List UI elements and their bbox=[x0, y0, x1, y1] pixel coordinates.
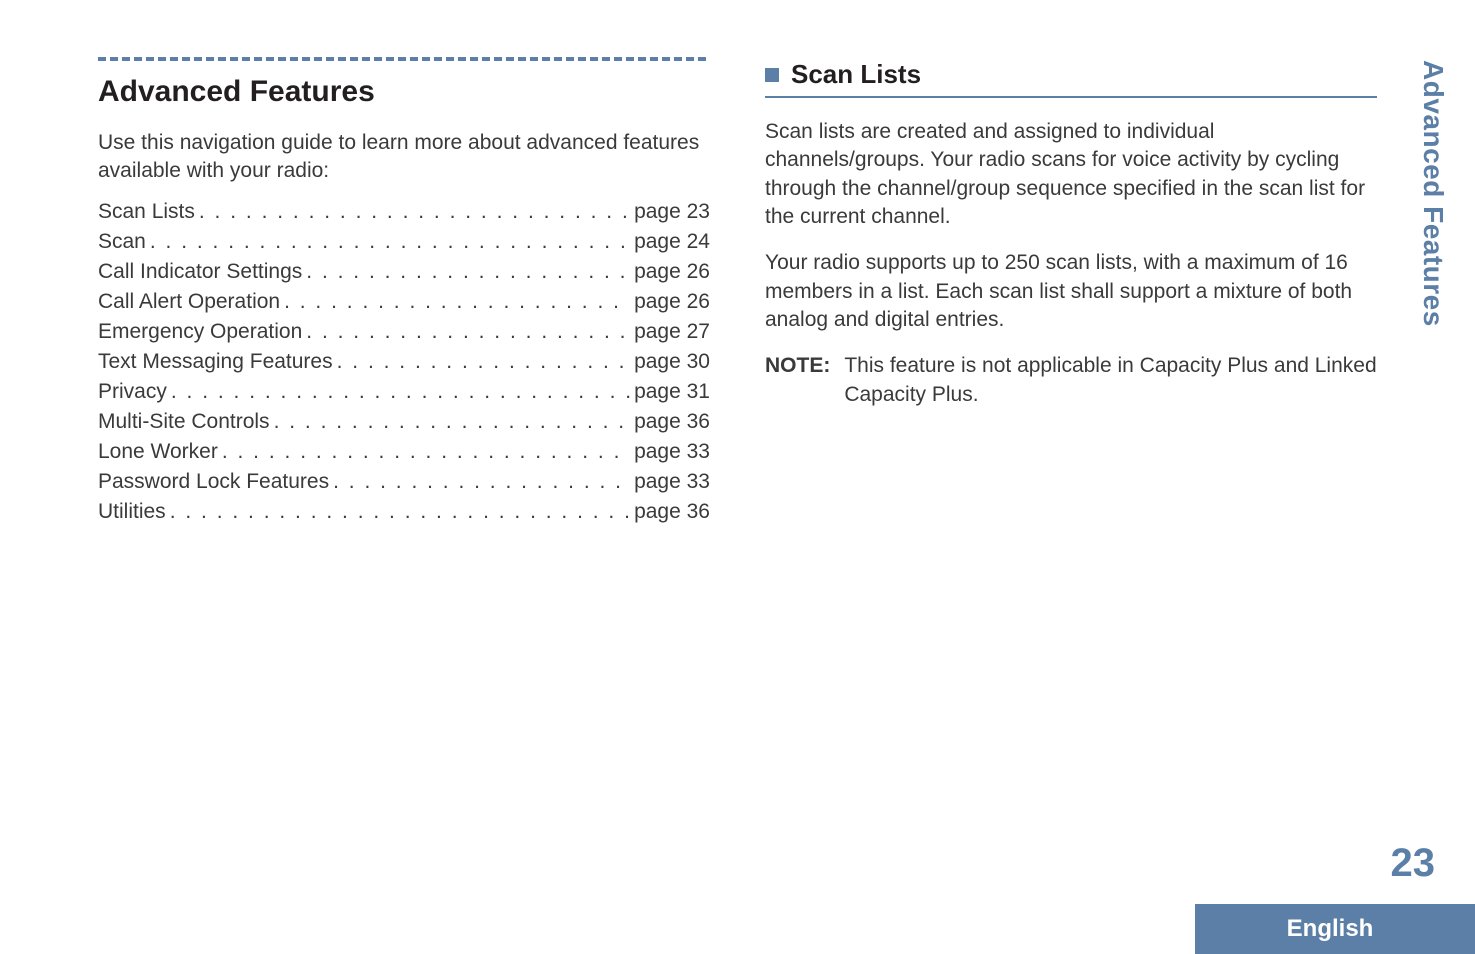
right-column: Scan Lists Scan lists are created and as… bbox=[765, 55, 1377, 530]
toc-leader-dots bbox=[333, 470, 630, 494]
note-label: NOTE: bbox=[765, 352, 830, 409]
page-number: 23 bbox=[1391, 841, 1436, 886]
toc-item-label: Lone Worker bbox=[98, 440, 218, 464]
toc-item-page: page 23 bbox=[634, 200, 710, 224]
toc-item-label: Utilities bbox=[98, 500, 166, 524]
toc-item-page: page 31 bbox=[634, 380, 710, 404]
body-paragraph: Scan lists are created and assigned to i… bbox=[765, 118, 1377, 231]
toc-leader-dots bbox=[171, 380, 630, 404]
toc-item-page: page 26 bbox=[634, 290, 710, 314]
language-bar: English bbox=[1195, 904, 1475, 954]
toc-item[interactable]: Call Alert Operation page 26 bbox=[98, 290, 710, 314]
toc-item-page: page 33 bbox=[634, 470, 710, 494]
side-tab-label: Advanced Features bbox=[1417, 60, 1449, 327]
toc-leader-dots bbox=[284, 290, 630, 314]
section-title: Scan Lists bbox=[791, 59, 921, 90]
toc-item-label: Call Indicator Settings bbox=[98, 260, 302, 284]
toc-leader-dots bbox=[150, 230, 630, 254]
toc-item-page: page 33 bbox=[634, 440, 710, 464]
body-paragraph: Your radio supports up to 250 scan lists… bbox=[765, 249, 1377, 334]
toc-leader-dots bbox=[274, 410, 631, 434]
chapter-title: Advanced Features bbox=[98, 75, 710, 109]
toc-item-page: page 36 bbox=[634, 500, 710, 524]
toc-item-label: Emergency Operation bbox=[98, 320, 302, 344]
toc-leader-dots bbox=[306, 260, 630, 284]
toc-item[interactable]: Scan Lists page 23 bbox=[98, 200, 710, 224]
section-marker-icon bbox=[765, 68, 779, 82]
toc-item-label: Multi-Site Controls bbox=[98, 410, 270, 434]
note-body: This feature is not applicable in Capaci… bbox=[844, 352, 1377, 409]
toc-leader-dots bbox=[337, 350, 630, 374]
toc-leader-dots bbox=[306, 320, 630, 344]
decorative-dashed-rule bbox=[98, 55, 710, 63]
toc-item[interactable]: Utilities page 36 bbox=[98, 500, 710, 524]
toc-item-label: Password Lock Features bbox=[98, 470, 329, 494]
intro-text: Use this navigation guide to learn more … bbox=[98, 129, 710, 186]
toc-item-label: Text Messaging Features bbox=[98, 350, 333, 374]
toc-item-label: Privacy bbox=[98, 380, 167, 404]
section-underline bbox=[765, 96, 1377, 98]
toc-leader-dots bbox=[222, 440, 630, 464]
toc-item-label: Call Alert Operation bbox=[98, 290, 280, 314]
left-column: Advanced Features Use this navigation gu… bbox=[98, 55, 710, 530]
toc-item[interactable]: Lone Worker page 33 bbox=[98, 440, 710, 464]
toc-item[interactable]: Multi-Site Controls page 36 bbox=[98, 410, 710, 434]
page-footer: 23 English bbox=[0, 882, 1475, 954]
toc-item[interactable]: Password Lock Features page 33 bbox=[98, 470, 710, 494]
toc-leader-dots bbox=[199, 200, 630, 224]
language-label: English bbox=[1287, 915, 1374, 943]
section-heading-row: Scan Lists bbox=[765, 59, 1377, 90]
toc-item-page: page 24 bbox=[634, 230, 710, 254]
toc-item-page: page 30 bbox=[634, 350, 710, 374]
toc-item[interactable]: Privacy page 31 bbox=[98, 380, 710, 404]
toc-item[interactable]: Emergency Operation page 27 bbox=[98, 320, 710, 344]
toc-item[interactable]: Text Messaging Features page 30 bbox=[98, 350, 710, 374]
toc-leader-dots bbox=[170, 500, 630, 524]
toc-item-page: page 27 bbox=[634, 320, 710, 344]
toc-item-page: page 36 bbox=[634, 410, 710, 434]
toc-item[interactable]: Call Indicator Settings page 26 bbox=[98, 260, 710, 284]
toc-item-label: Scan bbox=[98, 230, 146, 254]
toc-item[interactable]: Scan page 24 bbox=[98, 230, 710, 254]
toc-item-page: page 26 bbox=[634, 260, 710, 284]
toc-item-label: Scan Lists bbox=[98, 200, 195, 224]
page-content: Advanced Features Use this navigation gu… bbox=[0, 0, 1475, 530]
toc-list: Scan Lists page 23 Scan page 24 Call Ind… bbox=[98, 200, 710, 524]
note-block: NOTE: This feature is not applicable in … bbox=[765, 352, 1377, 409]
